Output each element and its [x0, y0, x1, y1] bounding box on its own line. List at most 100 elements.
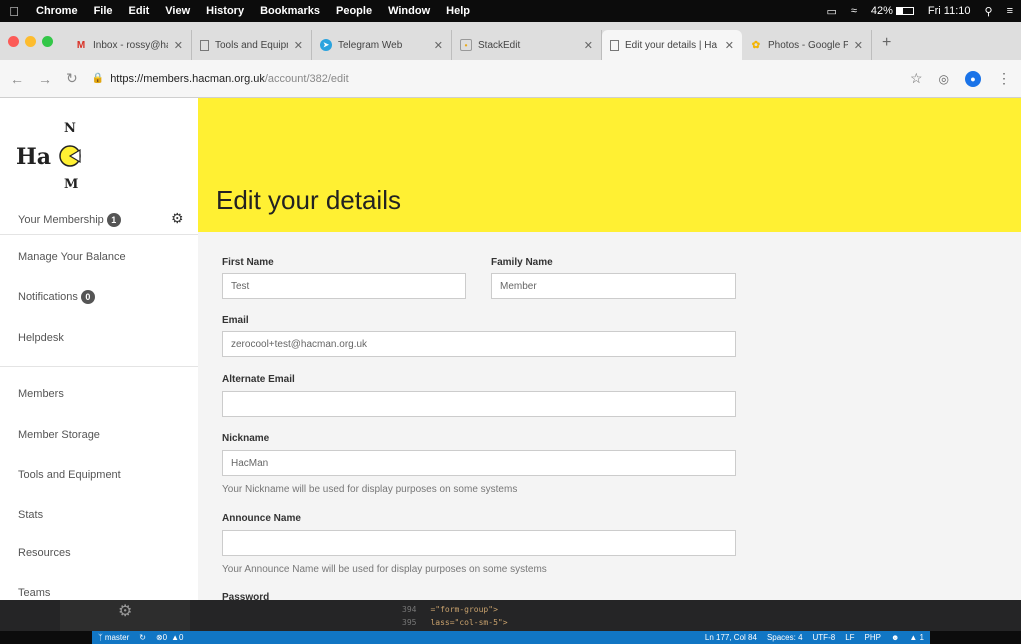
encoding[interactable]: UTF-8 [813, 633, 836, 642]
sidebar-item-teams[interactable]: Teams [18, 587, 50, 599]
first-name-field[interactable]: Test [222, 273, 466, 299]
sidebar-item-member-storage[interactable]: Member Storage [18, 429, 100, 441]
tab-stackedit[interactable]: • StackEdit ✕ [452, 30, 602, 60]
minimize-window-button[interactable] [25, 36, 36, 47]
errors-count[interactable]: 0 [163, 633, 167, 642]
menu-view[interactable]: View [157, 5, 198, 17]
apple-icon[interactable]:  [0, 4, 28, 19]
close-tab-icon[interactable]: ✕ [434, 39, 443, 52]
close-window-button[interactable] [8, 36, 19, 47]
email-field[interactable]: zerocool+test@hacman.org.uk [222, 331, 736, 357]
sidebar: Ha N M Your Membership 1 ⚙ Manage Your B… [0, 98, 198, 600]
telegram-icon: ➤ [320, 39, 332, 51]
tab-telegram[interactable]: ➤ Telegram Web ✕ [312, 30, 452, 60]
indentation[interactable]: Spaces: 4 [767, 633, 803, 642]
announce-name-field[interactable] [222, 530, 736, 556]
close-tab-icon[interactable]: ✕ [294, 39, 303, 52]
git-branch-icon[interactable]: ᛉ [98, 633, 103, 642]
extension-icon[interactable]: ◎ [939, 72, 949, 86]
code-text: lass="col-sm-5"> [430, 618, 508, 627]
lock-icon[interactable]: 🔒 [92, 73, 104, 84]
code-line[interactable]: 395 lass="col-sm-5"> [402, 618, 508, 627]
sidebar-item-label: Notifications [18, 291, 78, 303]
battery-status[interactable]: 42% [871, 5, 914, 17]
git-branch-label[interactable]: master [105, 633, 129, 642]
menu-history[interactable]: History [198, 5, 252, 17]
wifi-icon[interactable]: ≈ [851, 5, 857, 17]
menu-file[interactable]: File [86, 5, 121, 17]
notifications-badge: 0 [80, 290, 95, 304]
sidebar-item-helpdesk[interactable]: Helpdesk [18, 332, 64, 344]
sidebar-item-members[interactable]: Members [18, 388, 64, 400]
cursor-position[interactable]: Ln 177, Col 84 [705, 633, 757, 642]
page-header: Edit your details [198, 98, 1021, 232]
sidebar-item-label: Resources [18, 547, 71, 559]
tab-title: Photos - Google Pho [768, 39, 848, 51]
sidebar-item-notifications[interactable]: Notifications 0 [18, 290, 95, 304]
airplay-icon[interactable]: ▭ [826, 5, 836, 18]
sidebar-item-resources[interactable]: Resources [18, 547, 71, 559]
sidebar-item-label: Tools and Equipment [18, 469, 121, 481]
menu-bookmarks[interactable]: Bookmarks [252, 5, 328, 17]
sidebar-item-tools-and-equipment[interactable]: Tools and Equipment [18, 469, 121, 481]
family-name-field[interactable]: Member [491, 273, 736, 299]
tab-google-photos[interactable]: ✿ Photos - Google Pho ✕ [742, 30, 872, 60]
close-tab-icon[interactable]: ✕ [725, 39, 734, 52]
end-of-line[interactable]: LF [845, 633, 854, 642]
close-tab-icon[interactable]: ✕ [174, 39, 183, 52]
tab-edit-your-details[interactable]: Edit your details | Ha ✕ [602, 30, 742, 60]
spotlight-icon[interactable]: ⚲ [985, 5, 993, 18]
maximize-window-button[interactable] [42, 36, 53, 47]
menu-edit[interactable]: Edit [121, 5, 158, 17]
notification-center-icon[interactable]: ≡ [1007, 5, 1013, 17]
sidebar-item-label: Stats [18, 509, 44, 521]
hacman-logo[interactable]: Ha N M [16, 108, 106, 188]
logo-text: Ha [16, 144, 51, 170]
tab-gmail[interactable]: M Inbox - rossy@hacma ✕ [67, 30, 192, 60]
tab-tools-and-equipment[interactable]: Tools and Equipment ✕ [192, 30, 312, 60]
svg-text:M: M [64, 177, 78, 188]
language-mode[interactable]: PHP [865, 633, 881, 642]
menu-people[interactable]: People [328, 5, 380, 17]
tab-title: StackEdit [478, 39, 521, 51]
divider [0, 366, 198, 367]
new-tab-button[interactable]: + [882, 34, 891, 52]
clock[interactable]: Fri 11:10 [928, 5, 971, 17]
profile-avatar-icon[interactable]: ● [965, 70, 981, 87]
editor-status-bar: ᛉ master ↻ ⊗ 0 ▲ 0 Ln 177, Col 84 Spaces… [0, 631, 1021, 644]
battery-icon [895, 7, 914, 16]
menu-window[interactable]: Window [380, 5, 438, 17]
url-host: https://members.hacman.org.uk [110, 72, 265, 85]
feedback-icon[interactable]: ☻ [891, 633, 899, 642]
chrome-menu-icon[interactable]: ⋮ [997, 70, 1011, 87]
forward-icon[interactable]: → [38, 71, 52, 87]
tab-title: Inbox - rossy@hacma [93, 39, 168, 51]
svg-text:N: N [64, 121, 76, 136]
notification-count: 1 [919, 633, 924, 642]
nickname-field[interactable]: HacMan [222, 450, 736, 476]
browser-chrome: M Inbox - rossy@hacma ✕ Tools and Equipm… [0, 22, 1021, 98]
sidebar-item-manage-balance[interactable]: Manage Your Balance [18, 251, 126, 263]
address-bar[interactable]: 🔒 https://members.hacman.org.uk/account/… [92, 66, 910, 92]
settings-gear-icon[interactable]: ⚙ [118, 601, 132, 621]
back-icon[interactable]: ← [10, 71, 24, 87]
sidebar-item-label: Member Storage [18, 429, 100, 441]
gear-icon[interactable]: ⚙ [171, 210, 184, 227]
sidebar-item-stats[interactable]: Stats [18, 509, 43, 521]
close-tab-icon[interactable]: ✕ [854, 39, 863, 52]
reload-icon[interactable]: ↻ [66, 70, 78, 87]
sidebar-item-label: Members [18, 388, 64, 400]
close-tab-icon[interactable]: ✕ [584, 39, 593, 52]
sync-icon[interactable]: ↻ [139, 633, 146, 642]
warnings-count[interactable]: 0 [179, 633, 183, 642]
sidebar-item-your-membership[interactable]: Your Membership 1 [18, 213, 121, 227]
menu-chrome[interactable]: Chrome [28, 5, 86, 17]
tab-strip: M Inbox - rossy@hacma ✕ Tools and Equipm… [0, 22, 1021, 60]
bookmark-star-icon[interactable]: ☆ [910, 70, 923, 87]
warnings-icon[interactable]: ▲ [171, 633, 179, 642]
notifications-bell[interactable]: ▲ 1 [909, 633, 924, 642]
errors-icon[interactable]: ⊗ [156, 633, 163, 642]
code-line[interactable]: 394 ="form-group"> [402, 605, 498, 614]
alternate-email-field[interactable] [222, 391, 736, 417]
menu-help[interactable]: Help [438, 5, 478, 17]
